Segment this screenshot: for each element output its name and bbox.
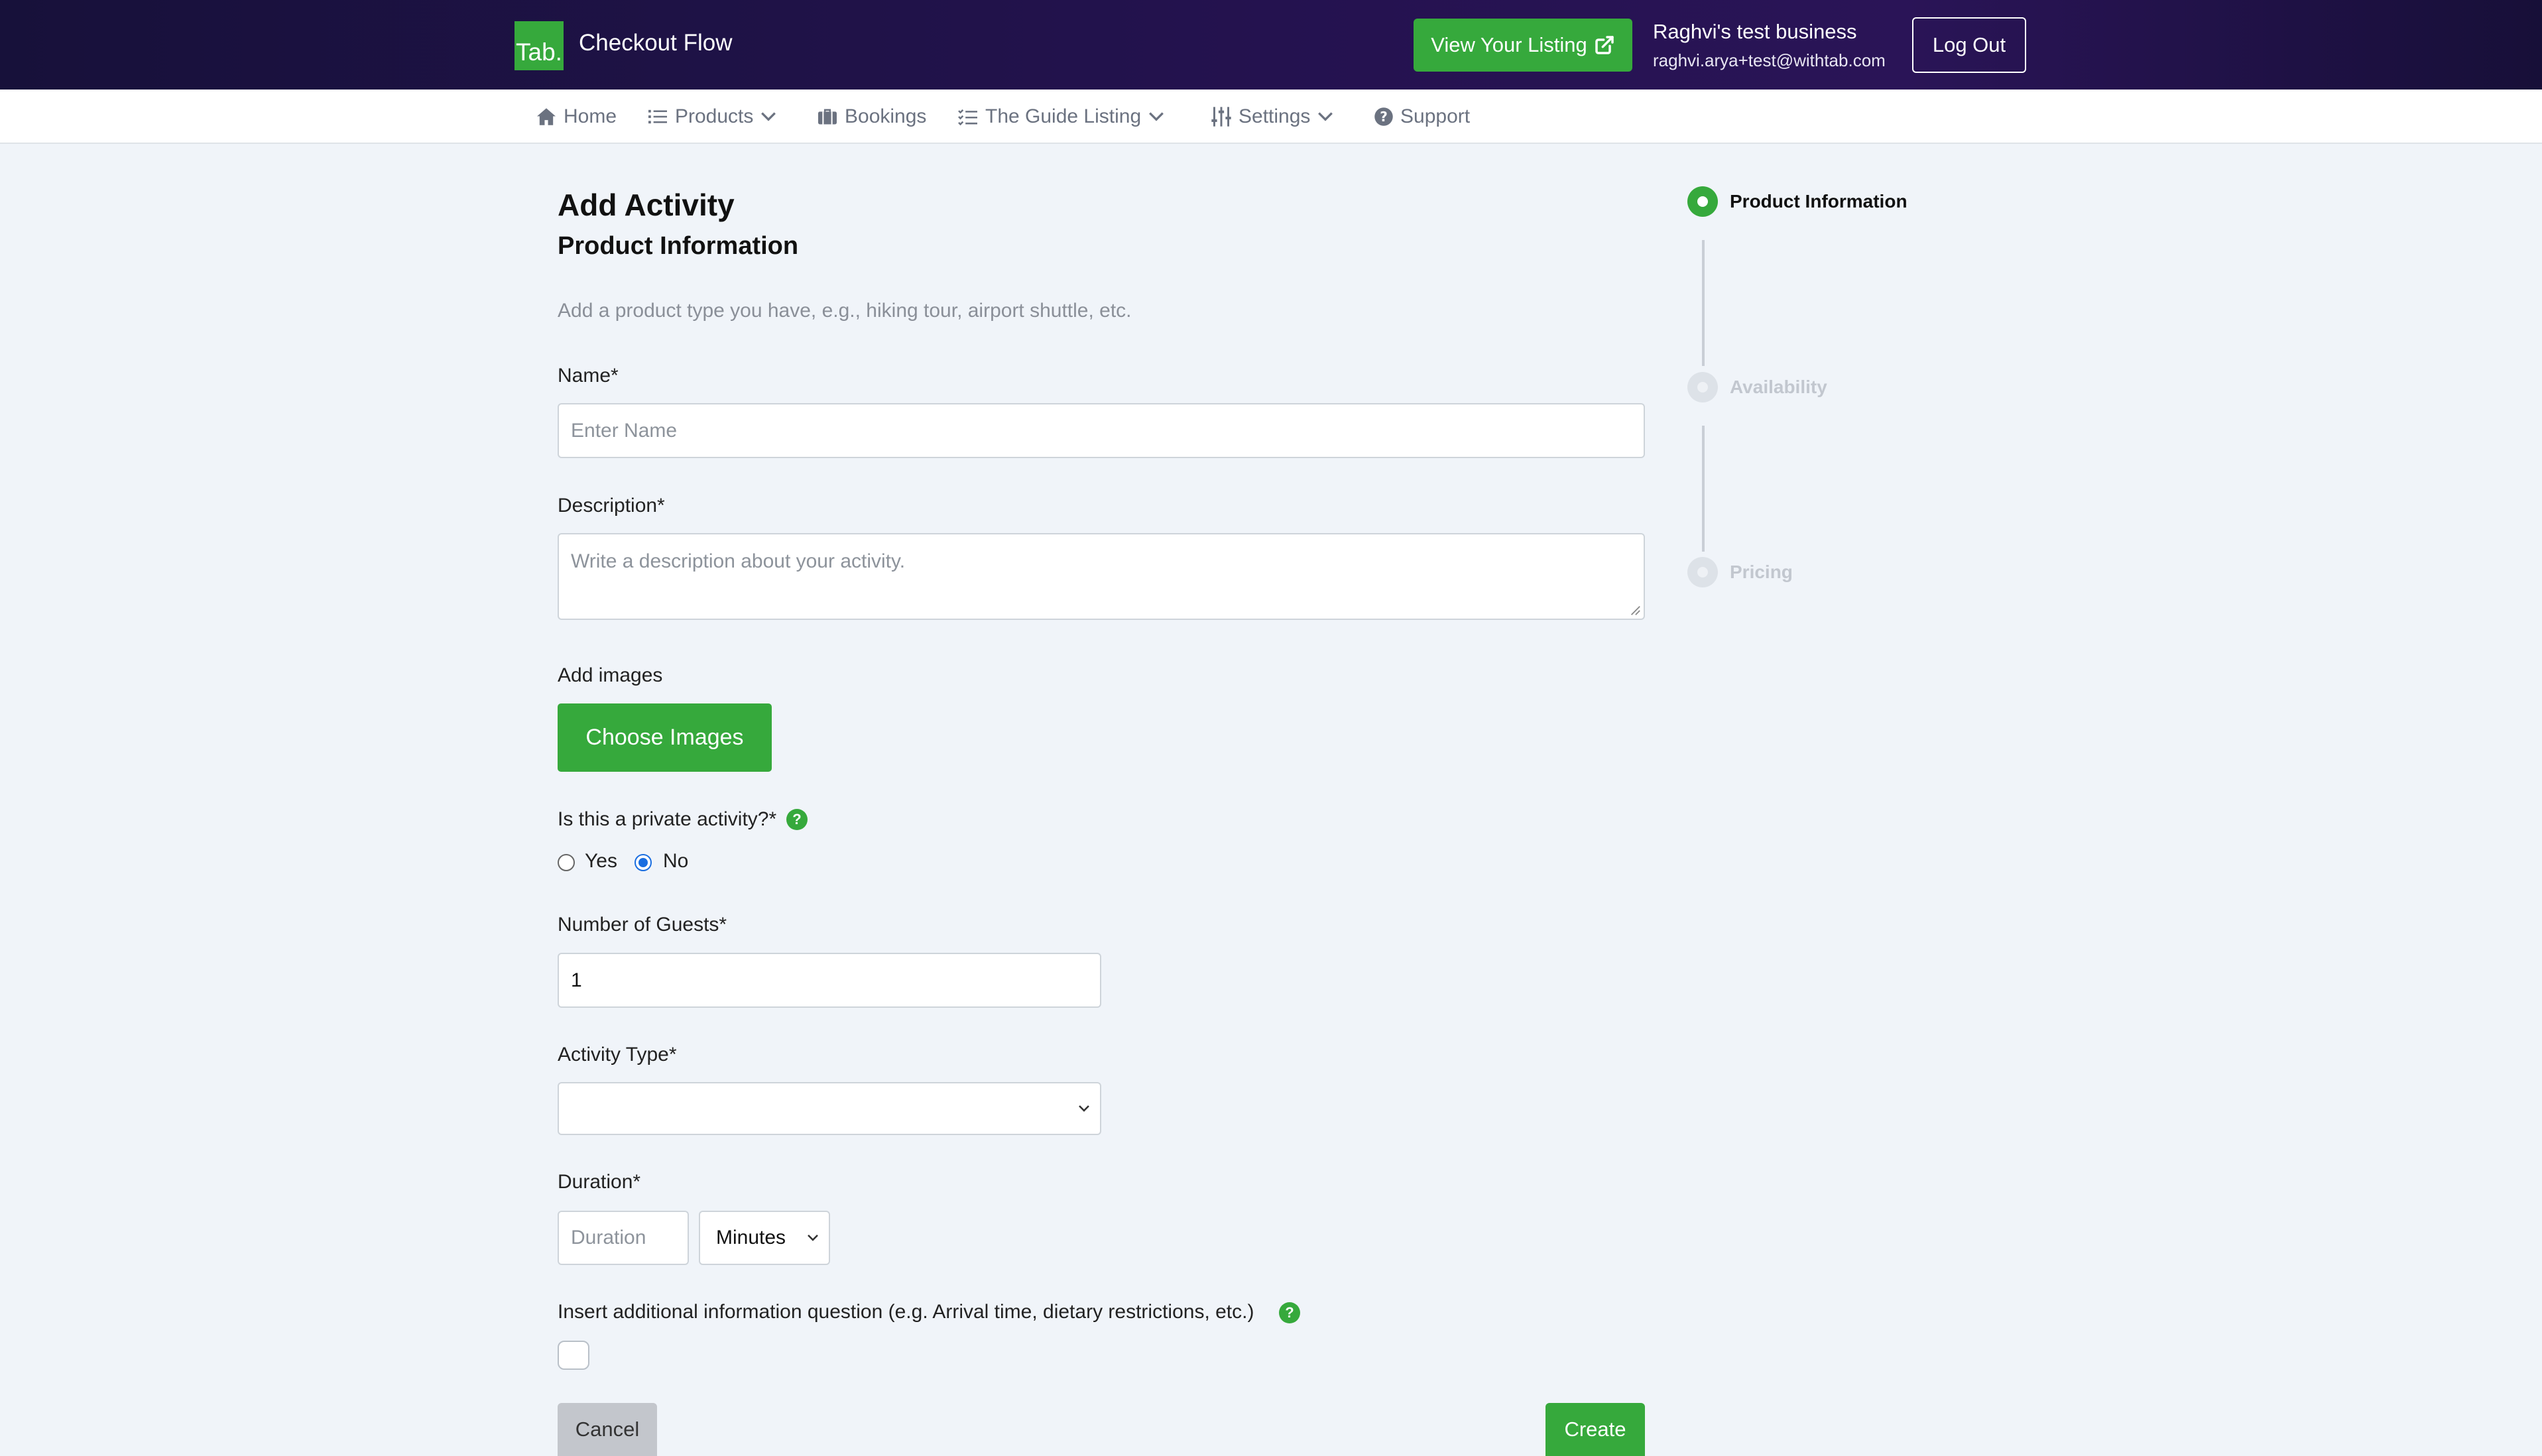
step-label-availability: Availability xyxy=(1730,377,1827,397)
view-listing-label: View Your Listing xyxy=(1431,33,1587,56)
app-title: Checkout Flow xyxy=(579,30,733,56)
svg-text:?: ? xyxy=(1380,109,1388,125)
cancel-button[interactable]: Cancel xyxy=(558,1403,657,1456)
nav-label-guide-listing: The Guide Listing xyxy=(985,105,1142,127)
step-connector xyxy=(1702,426,1705,552)
step-label-product-information: Product Information xyxy=(1730,191,1907,212)
guests-input[interactable]: 1 xyxy=(558,953,1101,1008)
top-header: Tab. Checkout Flow View Your Listing Rag… xyxy=(0,0,2542,90)
description-placeholder: Write a description about your activity. xyxy=(571,550,906,572)
duration-label: Duration* xyxy=(558,1171,641,1193)
nav-item-bookings[interactable]: Bookings xyxy=(817,103,926,131)
step-label-pricing: Pricing xyxy=(1730,562,1793,582)
additional-info-help-icon[interactable]: ? xyxy=(1279,1302,1300,1323)
briefcase-icon xyxy=(818,109,837,125)
logo-text: Tab. xyxy=(516,38,562,66)
duration-input[interactable]: Duration xyxy=(558,1211,689,1265)
chevron-down-icon xyxy=(1149,112,1164,121)
nav-item-home[interactable]: Home xyxy=(536,103,617,131)
chevron-down-icon xyxy=(808,1235,818,1241)
private-activity-label: Is this a private activity?* xyxy=(558,808,777,830)
duration-unit-select[interactable]: Minutes xyxy=(699,1211,830,1265)
activity-type-label: Activity Type* xyxy=(558,1044,677,1065)
home-icon xyxy=(537,108,556,125)
view-listing-button[interactable]: View Your Listing xyxy=(1414,19,1632,72)
private-yes-label: Yes xyxy=(585,850,617,872)
description-textarea[interactable]: Write a description about your activity. xyxy=(558,533,1645,620)
create-button[interactable]: Create xyxy=(1545,1403,1645,1456)
business-email: raghvi.arya+test@withtab.com xyxy=(1653,50,1886,70)
main-nav: Home Products Bookings The Guide Listing xyxy=(0,90,2542,144)
nav-item-support[interactable]: ? Support xyxy=(1374,103,1470,131)
step-connector xyxy=(1702,240,1705,366)
nav-label-bookings: Bookings xyxy=(845,105,927,127)
step-dot-pricing xyxy=(1687,557,1718,587)
private-help-icon[interactable]: ? xyxy=(786,809,808,830)
choose-images-label: Choose Images xyxy=(585,725,744,750)
business-name: Raghvi's test business xyxy=(1653,20,1857,43)
choose-images-button[interactable]: Choose Images xyxy=(558,703,772,772)
description-label: Description* xyxy=(558,495,665,516)
nav-label-home: Home xyxy=(564,105,617,127)
cancel-label: Cancel xyxy=(575,1418,640,1441)
step-dot-product-information xyxy=(1687,186,1718,217)
nav-label-products: Products xyxy=(675,105,754,127)
step-dot-availability xyxy=(1687,372,1718,402)
logout-label: Log Out xyxy=(1932,33,2006,56)
chevron-down-icon xyxy=(1318,112,1333,121)
duration-unit-value: Minutes xyxy=(716,1227,786,1248)
create-label: Create xyxy=(1564,1418,1626,1441)
additional-info-checkbox[interactable] xyxy=(558,1341,589,1370)
section-title: Product Information xyxy=(558,232,799,260)
additional-info-label: Insert additional information question (… xyxy=(558,1301,1254,1323)
duration-placeholder: Duration xyxy=(571,1227,646,1248)
tab-logo[interactable]: Tab. xyxy=(514,21,564,70)
private-no-label: No xyxy=(663,850,689,872)
nav-item-settings[interactable]: Settings xyxy=(1211,103,1334,131)
chevron-down-icon xyxy=(761,112,776,121)
private-no-radio[interactable] xyxy=(635,854,652,871)
external-link-icon xyxy=(1595,36,1614,54)
question-circle-icon: ? xyxy=(1374,107,1393,126)
private-yes-radio[interactable] xyxy=(558,854,575,871)
nav-label-settings: Settings xyxy=(1239,105,1311,127)
sliders-icon xyxy=(1211,107,1231,127)
resize-handle-icon[interactable] xyxy=(1629,604,1641,616)
chevron-down-icon xyxy=(1079,1105,1089,1112)
logout-button[interactable]: Log Out xyxy=(1912,17,2026,73)
nav-label-support: Support xyxy=(1400,105,1471,127)
nav-item-guide-listing[interactable]: The Guide Listing xyxy=(957,103,1165,131)
checklist-icon xyxy=(958,109,977,126)
form-subtitle: Add a product type you have, e.g., hikin… xyxy=(558,300,1132,322)
list-icon xyxy=(648,109,667,124)
name-input[interactable]: Enter Name xyxy=(558,403,1645,458)
add-images-label: Add images xyxy=(558,664,663,686)
name-label: Name* xyxy=(558,365,619,387)
guests-label: Number of Guests* xyxy=(558,914,727,936)
activity-type-select[interactable] xyxy=(558,1082,1101,1135)
nav-item-products[interactable]: Products xyxy=(647,103,777,131)
guests-value: 1 xyxy=(571,969,582,991)
name-placeholder: Enter Name xyxy=(571,419,678,442)
page-title: Add Activity xyxy=(558,188,735,222)
